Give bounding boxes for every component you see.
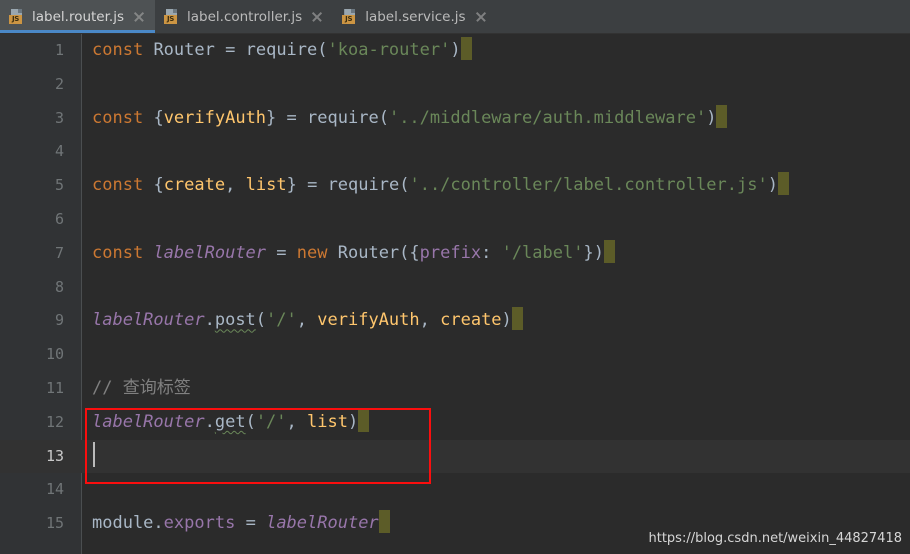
token-variable: labelRouter [92,310,205,331]
tab-label-controller-js[interactable]: JS label.controller.js [155,0,333,33]
line-number-active: 13 [45,446,64,465]
line-number: 14 [45,480,64,499]
token-string: '/' [255,411,287,432]
token-string: '/label' [501,242,584,263]
token-variable: labelRouter [266,513,379,534]
tab-label: label.service.js [365,8,466,25]
token-method-post: post [214,310,256,331]
code-line[interactable]: 11 // 查询标签 [46,372,910,406]
close-icon[interactable] [311,11,323,23]
token-parameter: verifyAuth [163,107,267,128]
close-icon[interactable] [475,11,487,23]
close-icon[interactable] [133,11,145,23]
line-number: 2 [54,74,64,93]
token-field: prefix [419,242,482,263]
line-number: 15 [45,514,64,533]
token-keyword: const [92,107,144,128]
token-variable: labelRouter [92,411,205,432]
token-parameter: create [440,310,502,331]
line-number: 1 [54,41,64,59]
token-variable: labelRouter [153,242,267,263]
token-keyword: const [92,242,144,263]
inspection-marker [378,510,390,534]
code-line[interactable]: 10 [46,338,910,372]
line-number: 4 [54,142,64,161]
token-string: '../middleware/auth.middleware' [388,107,707,128]
line-text: // 查询标签 [83,372,910,406]
line-number: 6 [54,209,64,228]
tab-label: label.router.js [32,8,124,25]
line-number: 10 [45,345,64,364]
code-line[interactable]: 9 labelRouter.post('/', verifyAuth, crea… [55,304,910,338]
code-line[interactable]: 4 [55,135,910,169]
code-editor[interactable]: 1 const Router = require('koa-router') 2… [0,34,910,554]
token-keyword: const [92,40,144,60]
token-comment: // 查询标签 [92,377,191,398]
line-number: 5 [54,176,64,195]
token-function: require [307,107,379,128]
watermark-url: https://blog.csdn.net/weixin_44827418 [648,531,902,546]
code-line[interactable]: 3 const {verifyAuth} = require('../middl… [55,102,910,136]
inspection-marker [460,37,472,60]
js-file-icon: JS [164,8,180,25]
code-line[interactable]: 5 const {create, list} = require('../con… [55,169,910,203]
token-string: '../controller/label.controller.js' [409,175,768,196]
js-badge: JS [9,14,22,24]
line-number: 9 [54,311,64,330]
code-content-area[interactable]: 1 const Router = require('koa-router') 2… [0,34,910,554]
token-parameter: list [245,175,287,196]
line-text: const Router = require('koa-router') [83,34,910,68]
js-file-icon: JS [342,8,358,25]
inspection-marker [777,172,789,196]
js-file-icon: JS [9,8,25,25]
inspection-marker [511,307,523,331]
token-keyword-new: new [296,242,328,263]
line-number: 8 [54,277,64,296]
code-line[interactable]: 12 labelRouter.get('/', list) [46,406,910,440]
line-text: labelRouter.post('/', verifyAuth, create… [83,304,910,338]
token-identifier: Router [153,40,215,60]
token-identifier: Router [337,242,400,263]
line-text: const labelRouter = new Router({prefix: … [83,237,910,271]
line-text: const {verifyAuth} = require('../middlew… [83,102,910,136]
token-field: exports [163,513,236,534]
code-line-active[interactable]: 13 [0,439,910,474]
line-text [83,440,910,474]
js-badge: JS [164,14,177,24]
line-text: const {create, list} = require('../contr… [83,169,910,203]
token-parameter: create [163,175,226,196]
token-keyword: const [92,175,144,196]
token-parameter: verifyAuth [317,310,420,331]
inspection-marker [716,104,728,128]
token-function: require [327,175,400,196]
tab-label-service-js[interactable]: JS label.service.js [333,0,496,33]
line-text: labelRouter.get('/', list) [83,406,910,440]
tab-label-router-js[interactable]: JS label.router.js [0,0,155,33]
token-method-get: get [214,411,246,432]
js-badge: JS [342,14,356,24]
token-parameter: list [307,411,348,432]
token-function: require [245,40,318,60]
line-number: 7 [54,243,64,262]
token-string: 'koa-router' [327,40,451,60]
line-number: 12 [45,412,64,431]
token-string: '/' [266,310,297,331]
inspection-marker [603,239,615,263]
code-line[interactable]: 2 [55,68,910,102]
line-number: 3 [54,108,64,127]
line-number: 11 [45,378,64,397]
code-line[interactable]: 8 [55,271,910,305]
text-caret [93,441,95,467]
code-line[interactable]: 6 [55,203,910,237]
code-line[interactable]: 14 [46,473,910,507]
token-identifier: module [92,513,154,534]
editor-tab-bar: JS label.router.js JS label.controller.j… [0,0,910,34]
code-line[interactable]: 7 const labelRouter = new Router({prefix… [55,237,910,271]
inspection-marker [358,408,370,432]
tab-label: label.controller.js [187,8,303,25]
code-line[interactable]: 1 const Router = require('koa-router') [55,34,910,68]
